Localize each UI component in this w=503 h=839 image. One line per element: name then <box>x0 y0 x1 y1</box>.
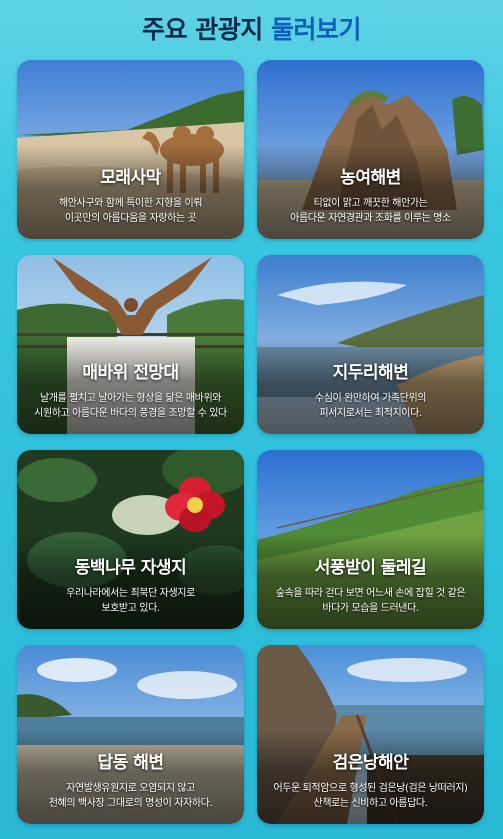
attraction-card-jiduri-beach[interactable]: 지두리해변 수심이 완만하여 가족단위의피서지로서는 최적지이다. <box>257 255 484 434</box>
description-line: 이곳만의 아름다움을 자랑하는 곳 <box>64 213 197 224</box>
attraction-card-seopungbaji-trail[interactable]: 서풍받이 둘레길 숲속을 따라 걷다 보면 어느새 손에 잡힐 것 같은바다가 … <box>257 450 484 629</box>
attraction-title: 답동 해변 <box>97 753 164 773</box>
attraction-card-camellia-habitat[interactable]: 동백나무 자생지 우리나라에서는 최북단 자생지로보호받고 있다. <box>17 450 244 629</box>
attraction-description: 숲속을 따라 걷다 보면 어느새 손에 잡힐 것 같은바다가 모습을 드러낸다. <box>261 586 480 616</box>
attraction-title: 지두리해변 <box>332 363 409 383</box>
attraction-description: 수심이 완만하여 가족단위의피서지로서는 최적지이다. <box>261 391 480 421</box>
description-line: 바다가 모습을 드러낸다. <box>322 603 419 614</box>
description-line: 보호받고 있다. <box>101 603 160 614</box>
page-title: 주요 관광지 둘러보기 <box>0 10 503 46</box>
description-line: 산책로는 신비하고 아름답다. <box>313 798 428 809</box>
description-line: 우리나라에서는 최북단 자생지로 <box>66 588 195 599</box>
attraction-description: 티없이 맑고 깨끗한 해안가는아름다운 자연경관과 조화를 이루는 명소 <box>261 196 480 226</box>
description-line: 아름다운 자연경관과 조화를 이루는 명소 <box>290 213 451 224</box>
title-text: 주요 관광지 <box>142 15 271 44</box>
description-line: 자연발생유원지로 오염되지 않고 <box>66 783 195 794</box>
attraction-title: 농여해변 <box>340 168 401 188</box>
attraction-card-maebawi-observatory[interactable]: 매바위 전망대 날개를 펼치고 날아가는 형상을 닮은 매바위와시원하고 아름다… <box>17 255 244 434</box>
description-line: 숲속을 따라 걷다 보면 어느새 손에 잡힐 것 같은 <box>275 588 466 599</box>
description-line: 천혜의 백사장 그대로의 명성이 자자하다. <box>48 798 213 809</box>
attraction-description: 해안사구와 함께 특이한 지형을 이뤄이곳만의 아름다움을 자랑하는 곳 <box>21 196 240 226</box>
description-line: 수심이 완만하여 가족단위의 <box>314 393 427 404</box>
attraction-title: 모래사막 <box>100 168 161 188</box>
attraction-title: 서풍받이 둘레길 <box>314 558 427 578</box>
attraction-title: 검은낭해안 <box>332 753 409 773</box>
attraction-description: 우리나라에서는 최북단 자생지로보호받고 있다. <box>21 586 240 616</box>
description-line: 어두운 퇴적암으로 형성된 검은낭(검은 낭떠러지) <box>273 783 468 794</box>
attraction-card-geomeunnang-coast[interactable]: 검은낭해안 어두운 퇴적암으로 형성된 검은낭(검은 낭떠러지) 산책로는 신비하… <box>257 645 484 824</box>
attraction-description: 자연발생유원지로 오염되지 않고천혜의 백사장 그대로의 명성이 자자하다. <box>21 781 240 811</box>
description-line: 티없이 맑고 깨끗한 해안가는 <box>313 198 428 209</box>
title-accent-text: 둘러보기 <box>270 15 362 44</box>
attraction-title: 동백나무 자생지 <box>74 558 187 578</box>
attraction-card-dapdong-beach[interactable]: 답동 해변 자연발생유원지로 오염되지 않고천혜의 백사장 그대로의 명성이 자… <box>17 645 244 824</box>
attraction-card-nongyeo-beach[interactable]: 농여해변 티없이 맑고 깨끗한 해안가는아름다운 자연경관과 조화를 이루는 명… <box>257 60 484 239</box>
description-line: 해안사구와 함께 특이한 지형을 이뤄 <box>58 198 203 209</box>
attraction-description: 날개를 펼치고 날아가는 형상을 닮은 매바위와시원하고 아름다운 바다의 풍경… <box>21 391 240 421</box>
attraction-title: 매바위 전망대 <box>82 363 179 383</box>
description-line: 날개를 펼치고 날아가는 형상을 닮은 매바위와 <box>39 393 222 404</box>
attraction-description: 어두운 퇴적암으로 형성된 검은낭(검은 낭떠러지) 산책로는 신비하고 아름답다… <box>261 781 480 811</box>
description-line: 시원하고 아름다운 바다의 풍경을 조망할 수 있다 <box>34 408 227 419</box>
attraction-card-moraesamak[interactable]: 모래사막 해안사구와 함께 특이한 지형을 이뤄이곳만의 아름다움을 자랑하는 … <box>17 60 244 239</box>
description-line: 피서지로서는 최적지이다. <box>319 408 422 419</box>
